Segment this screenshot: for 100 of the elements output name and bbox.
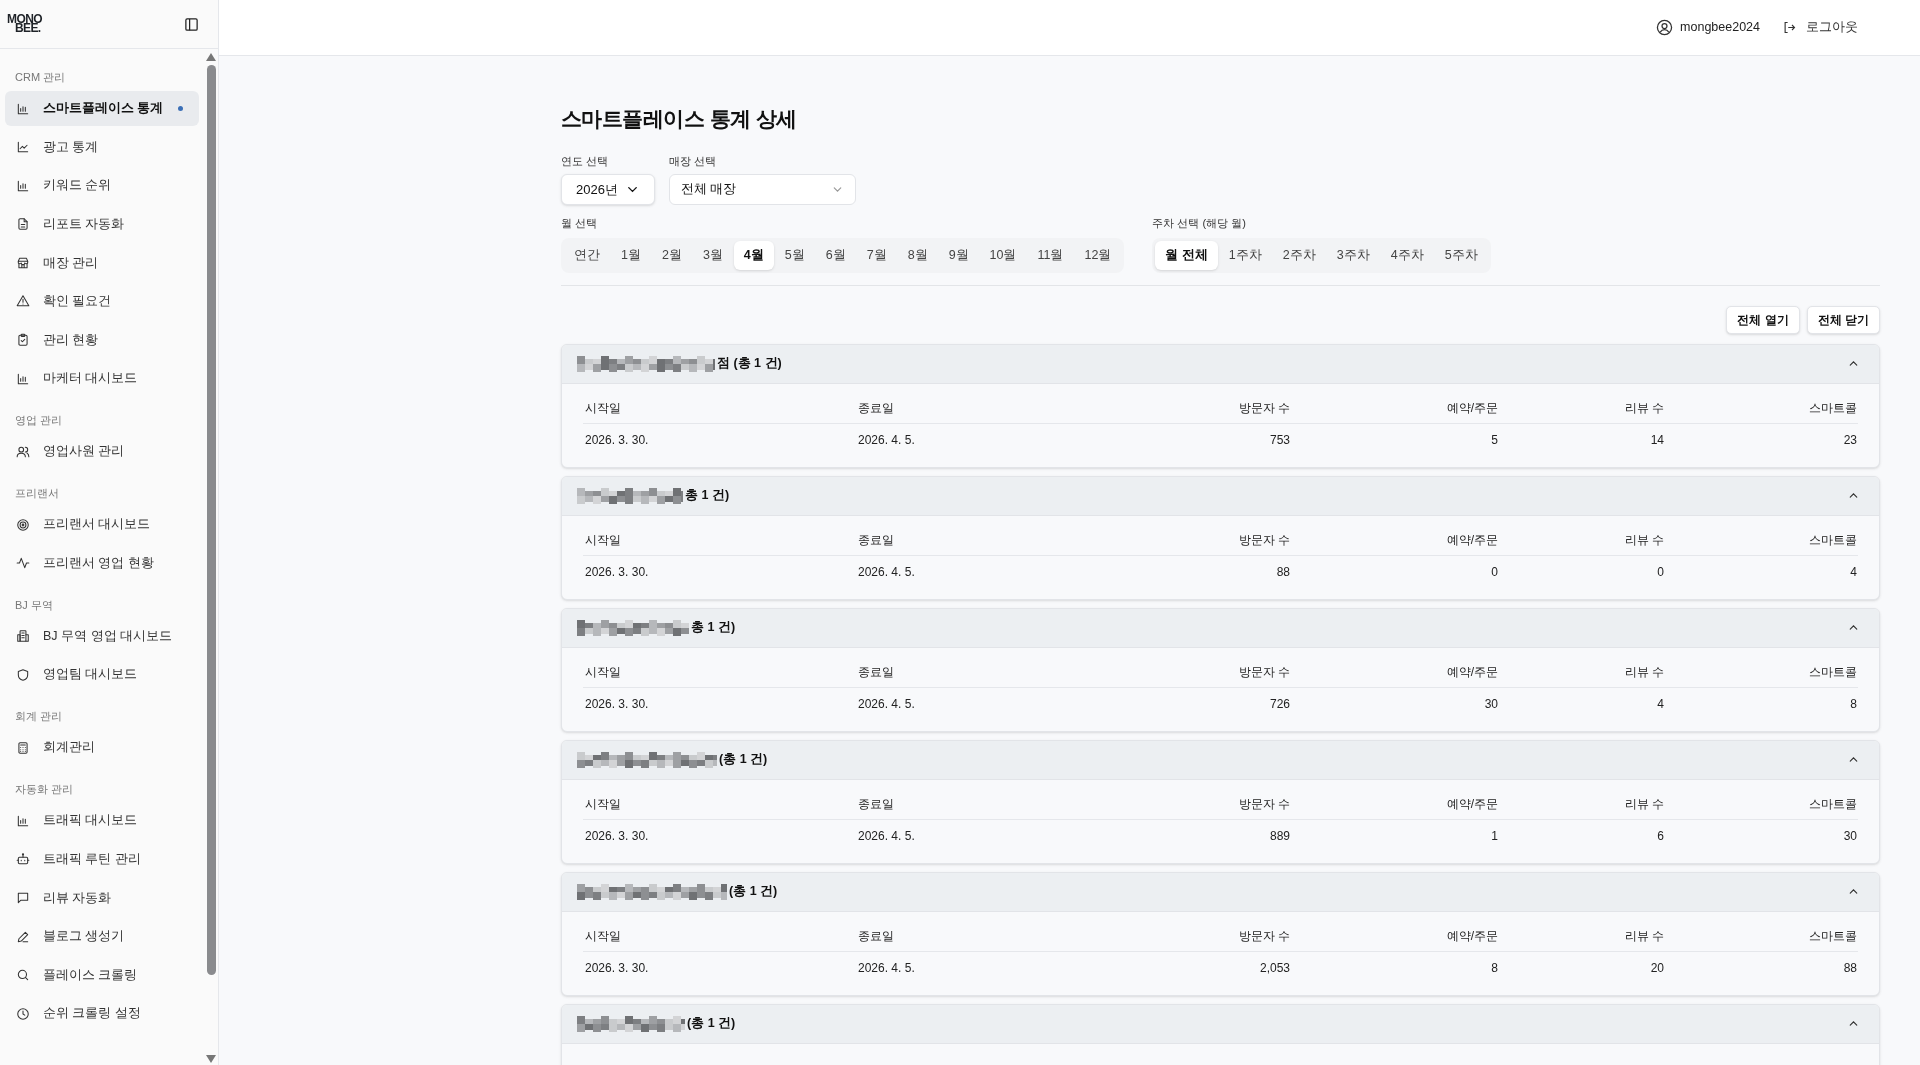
tab[interactable]: 3월 xyxy=(692,240,733,270)
sidebar-item[interactable]: 리포트 자동화 xyxy=(5,206,199,242)
table-cell-text: 2026. 3. 30. xyxy=(584,696,650,713)
sidebar-item[interactable]: 트래픽 루틴 관리 xyxy=(5,841,199,877)
sidebar-item[interactable]: 광고 통계 xyxy=(5,129,199,165)
sidebar-item[interactable]: 프리랜서 대시보드 xyxy=(5,507,199,543)
table-cell-text: 4 xyxy=(1656,696,1665,713)
expand-all-button[interactable]: 전체 열기 xyxy=(1726,305,1800,334)
table-cell-text: 6 xyxy=(1656,828,1665,845)
column-header: 예약/주문 xyxy=(1445,664,1499,681)
collapse-all-button[interactable]: 전체 닫기 xyxy=(1806,305,1880,334)
document-icon xyxy=(16,217,30,232)
sidebar-item[interactable]: 리뷰 자동화 xyxy=(5,880,199,916)
table-cell-text: 889 xyxy=(1268,828,1291,845)
tab[interactable]: 5주차 xyxy=(1434,240,1488,270)
column-header: 시작일 xyxy=(584,796,622,813)
table-cell-text: 2026. 3. 30. xyxy=(584,432,650,449)
users-icon xyxy=(16,444,30,459)
column-header: 리뷰 수 xyxy=(1623,928,1665,945)
sidebar-item[interactable]: 관리 현황 xyxy=(5,322,199,358)
tab[interactable]: 연간 xyxy=(564,240,610,270)
column-header: 방문자 수 xyxy=(1237,400,1291,417)
column-header: 방문자 수 xyxy=(1237,796,1291,813)
store-count: 총 1 건) xyxy=(691,619,736,637)
store-header[interactable]: (총 1 건) xyxy=(562,740,1879,780)
table-cell-text: 2026. 3. 30. xyxy=(584,564,650,581)
bar-chart-icon xyxy=(16,178,30,193)
tab[interactable]: 9월 xyxy=(938,240,979,270)
store-header[interactable]: (총 1 건) xyxy=(562,872,1879,912)
store-icon xyxy=(16,255,30,270)
field-label: 매장 선택 xyxy=(669,153,718,169)
logout-button[interactable]: 로그아웃 xyxy=(1782,18,1858,37)
sidebar-item[interactable]: 프리랜서 영업 현황 xyxy=(5,545,199,581)
table-cell-text: 88 xyxy=(1275,564,1291,581)
sidebar-item[interactable]: 키워드 순위 xyxy=(5,168,199,204)
sidebar-item[interactable]: 플레이스 크롤링 xyxy=(5,957,199,993)
store-header[interactable]: 총 1 건) xyxy=(562,476,1879,516)
tab[interactable]: 2주차 xyxy=(1272,240,1326,270)
table-cell-text: 2026. 4. 5. xyxy=(857,960,916,977)
tab[interactable]: 4월 xyxy=(733,240,774,270)
sidebar-item[interactable]: 확인 필요건 xyxy=(5,283,199,319)
tab[interactable]: 2월 xyxy=(651,240,692,270)
tab[interactable]: 11월 xyxy=(1027,240,1074,270)
column-header: 종료일 xyxy=(857,928,895,945)
section-label: 회계 관리 xyxy=(14,709,64,725)
column-header: 종료일 xyxy=(857,664,895,681)
sidebar-item[interactable]: 순위 크롤링 설정 xyxy=(5,996,199,1032)
column-header: 예약/주문 xyxy=(1445,928,1499,945)
tab[interactable]: 7월 xyxy=(856,240,897,270)
field-label: 월 선택 xyxy=(561,216,599,231)
column-header: 방문자 수 xyxy=(1237,532,1291,549)
sidebar-item[interactable]: 마케터 대시보드 xyxy=(5,361,199,397)
sidebar-item[interactable]: 트래픽 대시보드 xyxy=(5,803,199,839)
table-cell-text: 2,053 xyxy=(1258,960,1291,977)
tab[interactable]: 5월 xyxy=(774,240,815,270)
sidebar-item[interactable]: 회계관리 xyxy=(5,730,199,766)
logo[interactable]: MONO BEE. xyxy=(7,15,42,33)
sidebar-item[interactable]: 영업사원 관리 xyxy=(5,434,199,470)
clock-icon xyxy=(16,1006,30,1021)
tab[interactable]: 1월 xyxy=(611,240,651,270)
scroll-down-icon[interactable] xyxy=(206,1055,216,1063)
tab[interactable]: 6월 xyxy=(815,240,856,270)
tab[interactable]: 1주차 xyxy=(1218,240,1272,270)
column-header: 스마트콜 xyxy=(1808,664,1858,681)
column-header: 시작일 xyxy=(584,400,622,417)
sidebar-item[interactable]: 매장 관리 xyxy=(5,245,199,281)
tab[interactable]: 4주차 xyxy=(1380,240,1434,270)
column-header: 리뷰 수 xyxy=(1623,532,1665,549)
tab[interactable]: 3주차 xyxy=(1326,240,1380,270)
table-cell-text: 753 xyxy=(1268,432,1291,449)
table-cell-text: 2026. 4. 5. xyxy=(857,432,916,449)
column-header: 리뷰 수 xyxy=(1623,400,1665,417)
sidebar-item[interactable]: 영업팀 대시보드 xyxy=(5,657,199,693)
store-count: (총 1 건) xyxy=(719,751,768,769)
tab[interactable]: 12월 xyxy=(1074,240,1122,270)
sidebar-item[interactable]: 스마트플레이스 통계 xyxy=(5,91,199,126)
tab[interactable]: 10월 xyxy=(979,240,1027,270)
tab[interactable]: 8월 xyxy=(897,240,938,270)
section-label: 자동화 관리 xyxy=(14,782,75,798)
scrollbar-thumb[interactable] xyxy=(206,65,216,975)
username: mongbee2024 xyxy=(1680,19,1760,37)
tab[interactable]: 월 전체 xyxy=(1155,240,1218,270)
store-header[interactable]: 총 1 건) xyxy=(562,608,1879,648)
sidebar-item[interactable]: BJ 무역 영업 대시보드 xyxy=(5,618,199,654)
chat-icon xyxy=(16,891,30,906)
store-header[interactable]: 점 (총 1 건) xyxy=(562,344,1879,384)
warning-icon xyxy=(16,294,30,309)
store-select[interactable]: 전체 매장 xyxy=(669,174,856,205)
sidebar-item[interactable]: 블로그 생성기 xyxy=(5,919,199,955)
table-cell-text: 2026. 3. 30. xyxy=(584,828,650,845)
year-select[interactable]: 2026년 xyxy=(561,174,655,205)
field-label: 연도 선택 xyxy=(561,153,610,169)
column-header: 시작일 xyxy=(584,532,622,549)
store-header[interactable]: (총 1 건) xyxy=(562,1004,1879,1044)
table-cell-text: 2026. 4. 5. xyxy=(857,696,916,713)
scroll-up-icon[interactable] xyxy=(206,53,216,61)
table-cell-text: 8 xyxy=(1849,696,1858,713)
table-cell-text: 20 xyxy=(1649,960,1665,977)
sidebar-toggle-icon[interactable] xyxy=(184,16,199,32)
table-cell-text: 23 xyxy=(1842,432,1858,449)
